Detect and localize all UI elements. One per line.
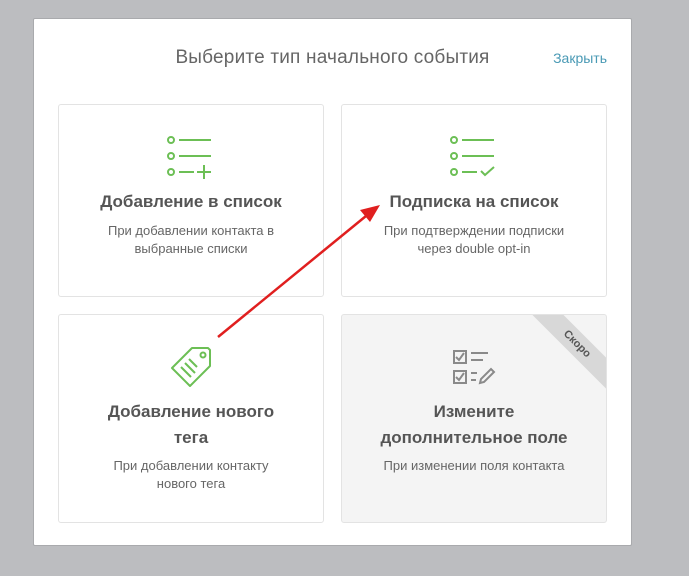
card-description: При добавлении контакта в выбранные спис… [107,223,275,256]
card-description: При добавлении контакту нового тега [113,458,269,491]
form-edit-icon [453,350,496,385]
event-card-change-field: Скоро Измените дополнительное поле При и… [341,314,607,523]
card-title: Измените дополнительное поле [380,402,568,447]
card-title: Добавление нового тега [107,402,275,447]
event-card-add-to-list[interactable]: Добавление в список При добавлении конта… [58,104,324,297]
modal-title: Выберите тип начального события [175,47,490,68]
card-title: Подписка на список [389,192,559,211]
card-description: При изменении поля контакта [383,458,565,473]
event-card-add-tag[interactable]: Добавление нового тега При добавлении ко… [58,314,324,523]
card-title: Добавление в список [100,192,282,211]
list-add-icon [167,136,211,179]
tag-icon [171,347,211,387]
start-event-modal: Выберите тип начального события Закрыть … [33,18,632,546]
list-check-icon [450,136,495,177]
card-description: При подтверждении подписки через double … [383,223,565,256]
event-card-list-subscription[interactable]: Подписка на список При подтверждении под… [341,104,607,297]
coming-soon-badge: Скоро [530,315,606,391]
close-link[interactable]: Закрыть [553,50,607,66]
